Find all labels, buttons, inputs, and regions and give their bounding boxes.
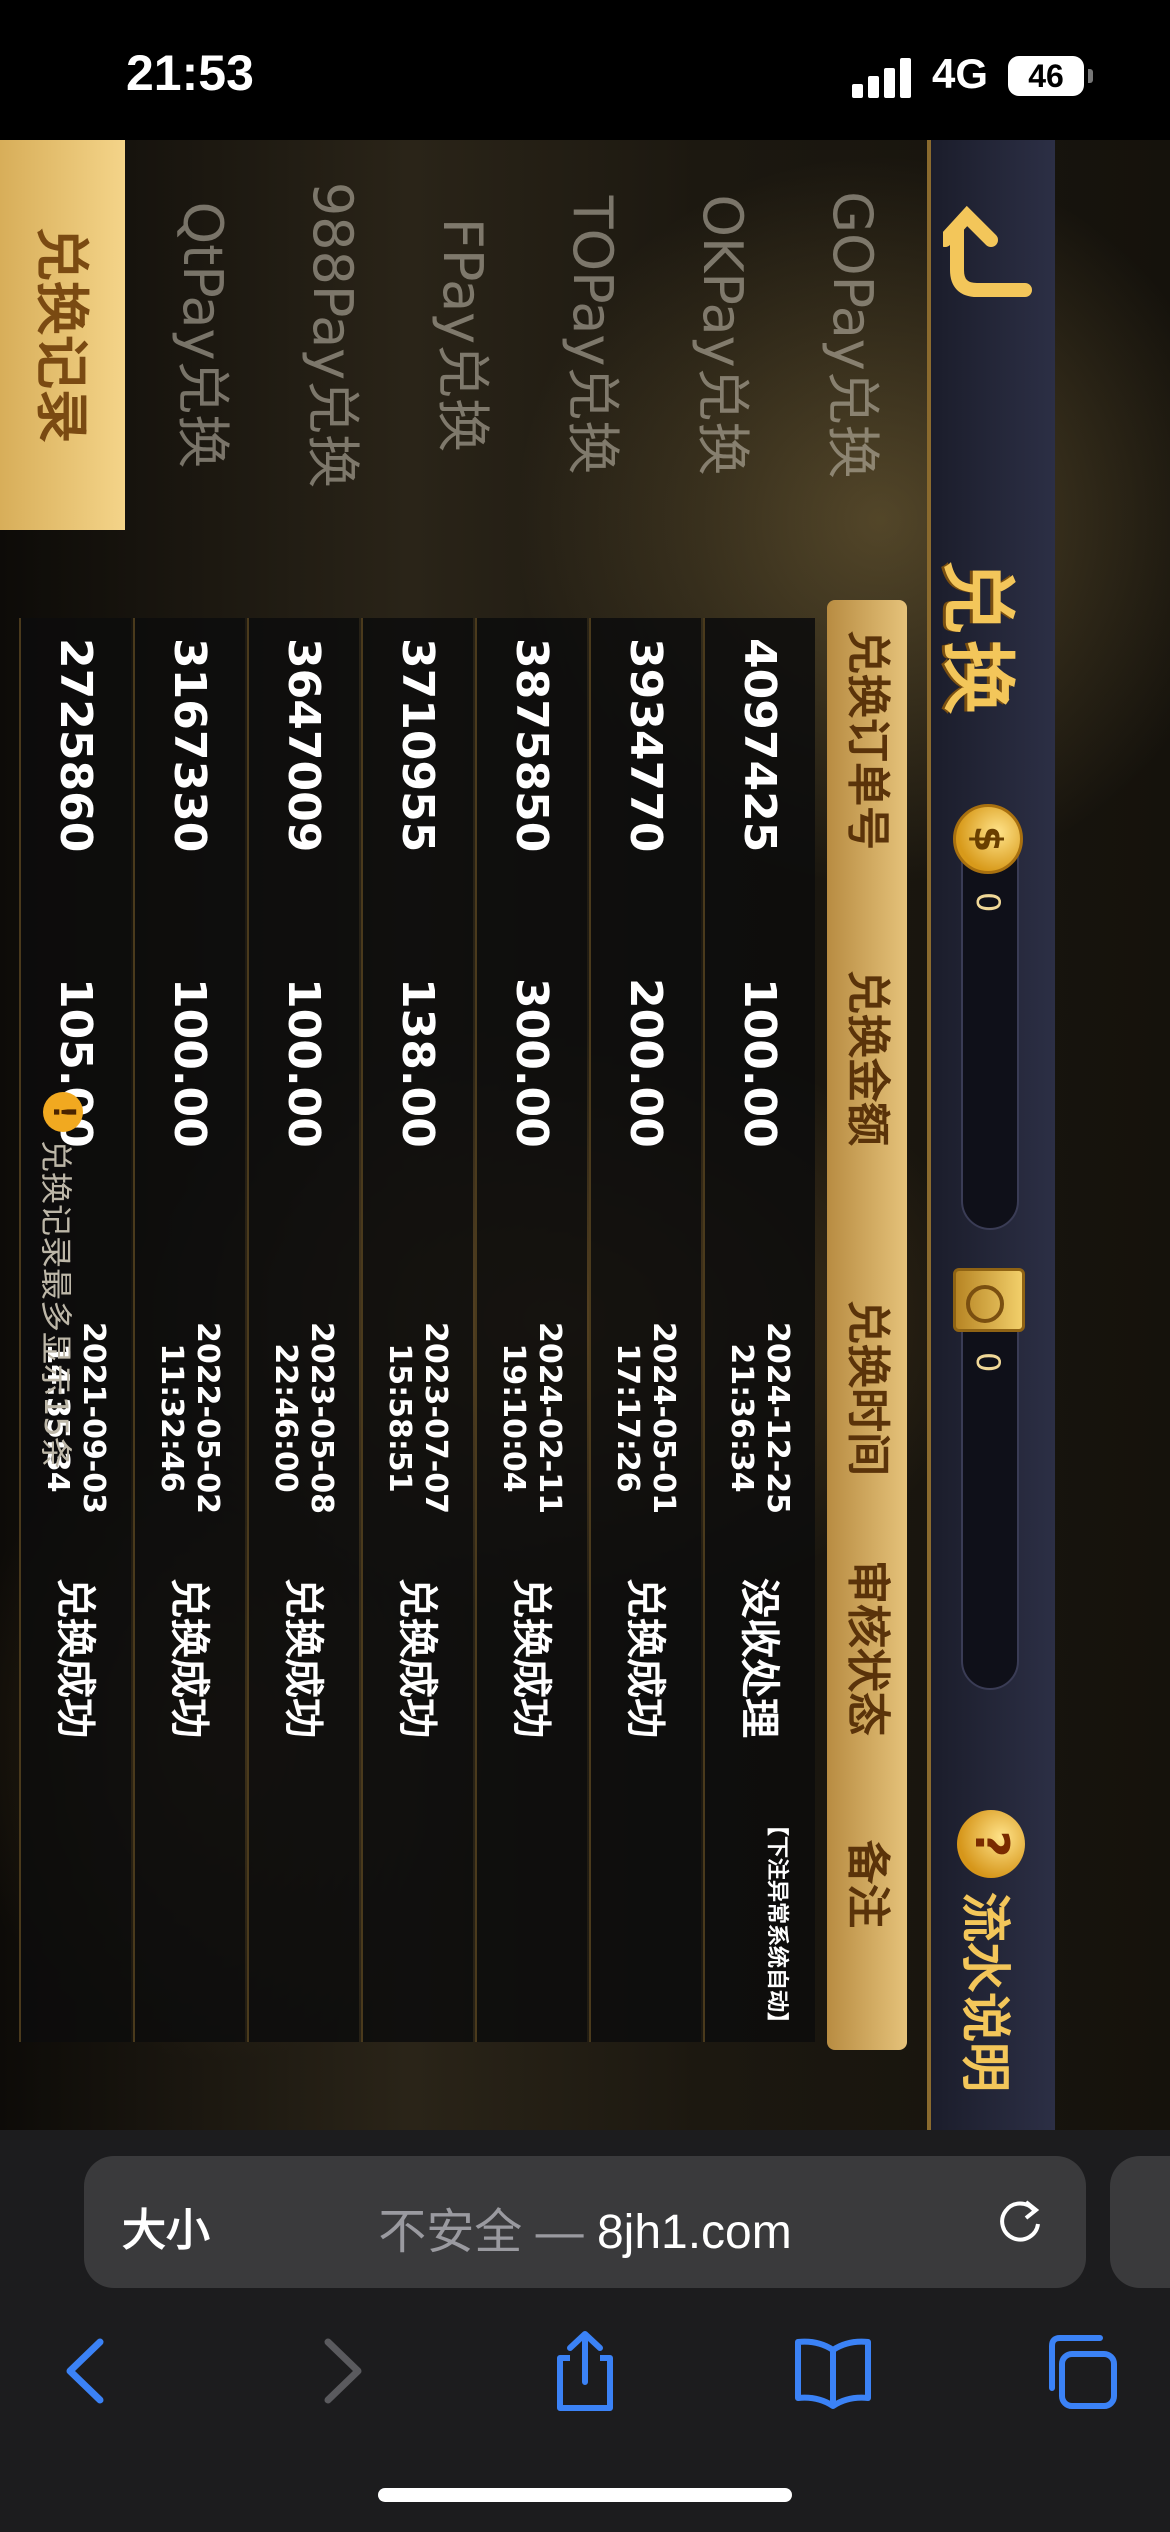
landscape-game-canvas: 兑换 $ 0 0 ? 流水说明 GOPay兑换 OKPay兑换 TOPay兑换 … [0,140,1055,2130]
bookmarks-icon[interactable] [788,2326,878,2416]
col-order-id: 兑换订单号 [842,630,893,850]
date: 2024-12-25 [760,1322,795,1514]
browser-toolbar: 大小 不安全 — 8jh1.com [0,2130,1170,2532]
amount: 100.00 [164,978,215,1148]
status: 兑换成功 [622,1578,668,1738]
forward-icon[interactable] [296,2326,386,2416]
network-type: 4G [932,50,989,97]
col-note: 备注 [842,1840,893,1928]
game-viewport: 兑换 $ 0 0 ? 流水说明 GOPay兑换 OKPay兑换 TOPay兑换 … [0,140,1170,2130]
home-indicator [378,2488,792,2502]
gold-balance-pill: $ 0 [953,804,1023,1230]
menu-item-okpay[interactable]: OKPay兑换 [667,140,777,530]
time: 21:36:34 [724,1343,759,1493]
date: 2024-02-11 [532,1322,567,1514]
safe-balance-value: 0 [969,1352,1007,1373]
menu-item-exchange-records[interactable]: 兑换记录 [0,140,125,530]
menu-item-fpay[interactable]: FPay兑换 [407,140,517,530]
address-bar[interactable]: 大小 不安全 — 8jh1.com [84,2156,1086,2288]
coin-icon: $ [953,804,1023,874]
status: 兑换成功 [52,1578,98,1738]
records-limit-notice: 兑换记录最多显示15条 [37,1140,75,1469]
gold-balance-value: 0 [969,892,1007,913]
amount: 138.00 [392,978,443,1148]
domain-label: 8jh1.com [596,2206,792,2259]
back-icon[interactable] [42,2326,132,2416]
header-bar: 兑换 $ 0 0 ? 流水说明 [927,140,1055,2130]
safe-balance-pill: 0 [953,1268,1025,1690]
date: 2022-05-02 [190,1322,225,1514]
order-id: 3934770 [620,638,671,853]
menu-item-gopay[interactable]: GOPay兑换 [797,140,907,530]
adjacent-tab-preview[interactable] [1110,2156,1170,2288]
table-row: 3934770 200.00 2024-05-01 17:17:26 兑换成功 [589,618,701,2042]
menu-item-topay[interactable]: TOPay兑换 [537,140,647,530]
col-time: 兑换时间 [842,1300,893,1476]
tabs-icon[interactable] [1036,2326,1126,2416]
status: 没收处理 [736,1578,782,1738]
order-id: 4097425 [734,638,785,853]
menu-item-988pay[interactable]: 988Pay兑换 [277,140,387,530]
status: 兑换成功 [280,1578,326,1738]
url-display[interactable]: 不安全 — 8jh1.com [84,2192,1086,2262]
safe-box-icon [953,1268,1025,1332]
status-bar: 21:53 4G 46 [0,0,1170,140]
table-row: 3167330 100.00 2022-05-02 11:32:46 兑换成功 [133,618,245,2042]
exchange-menu: GOPay兑换 OKPay兑换 TOPay兑换 FPay兑换 988Pay兑换 … [0,140,907,530]
security-label: 不安全 — [378,2206,584,2259]
help-icon[interactable]: ? [957,1810,1025,1878]
table-header: 兑换订单号 兑换金额 兑换时间 审核状态 备注 [827,600,907,2050]
order-id: 3647009 [278,638,329,853]
back-button[interactable] [938,200,1039,320]
status: 兑换成功 [508,1578,554,1738]
table-row: 3647009 100.00 2023-05-08 22:46:00 兑换成功 [247,618,359,2042]
date: 2023-07-07 [418,1322,453,1514]
order-id: 2725860 [50,638,101,853]
amount: 100.00 [278,978,329,1148]
table-row: 3710955 138.00 2023-07-07 15:58:51 兑换成功 [361,618,473,2042]
turnover-help-link[interactable]: 流水说明 [953,1892,1025,2092]
time: 19:10:04 [496,1343,531,1493]
battery-cap [1088,69,1093,83]
amount: 100.00 [734,978,785,1148]
reload-icon[interactable] [994,2196,1046,2248]
table-row: 3875850 300.00 2024-02-11 19:10:04 兑换成功 [475,618,587,2042]
page-title: 兑换 [934,560,1020,720]
note [0,1814,107,2034]
order-id: 3875850 [506,638,557,853]
col-status: 审核状态 [842,1560,893,1736]
time: 22:46:00 [268,1343,303,1493]
back-arrow-icon [938,205,1032,297]
amount: 300.00 [506,978,557,1148]
order-id: 3710955 [392,638,443,853]
amount: 200.00 [620,978,671,1148]
status: 兑换成功 [166,1578,212,1738]
menu-item-qtpay[interactable]: QtPay兑换 [147,140,257,530]
time: 15:58:51 [382,1343,417,1493]
col-amount: 兑换金额 [842,970,893,1146]
time: 11:32:46 [154,1343,189,1493]
cellular-signal-icon [852,58,914,98]
order-id: 3167330 [164,638,215,853]
time: 17:17:26 [610,1343,645,1493]
share-icon[interactable] [540,2326,630,2416]
date: 2024-05-01 [646,1322,681,1514]
status: 兑换成功 [394,1578,440,1738]
warning-icon: ! [43,1092,83,1132]
battery-icon: 46 [1008,56,1084,96]
status-time: 21:53 [126,45,254,101]
table-row: 4097425 100.00 2024-12-25 21:36:34 没收处理 【… [703,618,815,2042]
date: 2023-05-08 [304,1322,339,1514]
